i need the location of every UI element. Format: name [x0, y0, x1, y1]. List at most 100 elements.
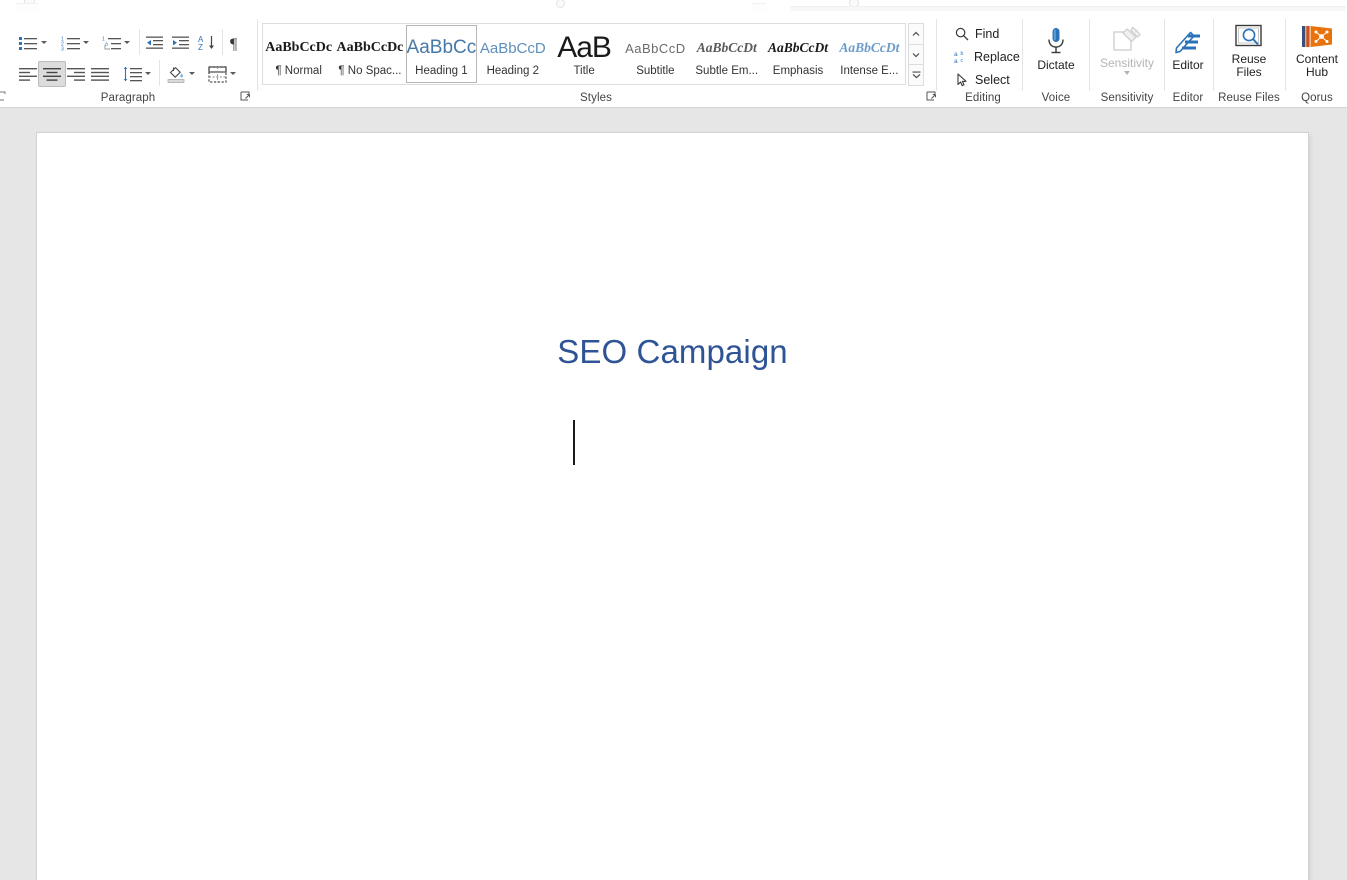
borders-button[interactable] — [203, 61, 231, 87]
dialog-launcher-icon — [240, 91, 250, 101]
styles-scroll-down-button[interactable] — [908, 43, 924, 66]
voice-group-label: Voice — [1041, 92, 1071, 104]
ribbon: 1 2 3 1 a A Z ¶ Paragraph Styles AaBbCcD… — [0, 11, 1347, 108]
style-preview-text: AaB — [557, 31, 612, 64]
svg-text:b: b — [961, 51, 964, 57]
style-item-emphasis[interactable]: AaBbCcDt Emphasis — [762, 25, 833, 83]
style-preview-text: AaBbCcDt — [839, 40, 900, 55]
increase-indent-icon — [171, 36, 189, 49]
shading-button[interactable] — [162, 61, 190, 87]
borders-dropdown-caret[interactable] — [228, 63, 238, 83]
decrease-indent-button[interactable] — [141, 30, 167, 56]
editor-group-label: Editor — [1172, 92, 1204, 104]
style-item-subtitle[interactable]: AaBbCcD Subtitle — [620, 25, 691, 83]
select-button[interactable]: Select — [950, 69, 1016, 90]
bullets-button[interactable] — [14, 30, 42, 56]
style-item-label: Subtle Em... — [695, 65, 759, 77]
numbering-button[interactable]: 1 2 3 — [56, 30, 84, 56]
paragraph-dialog-launcher[interactable] — [240, 91, 252, 103]
sensitivity-button[interactable]: Sensitivity — [1096, 21, 1158, 83]
style-item-title[interactable]: AaB Title — [548, 25, 619, 83]
style-item-heading-1[interactable]: AaBbCс Heading 1 — [405, 25, 478, 83]
numbering-dropdown-caret[interactable] — [81, 32, 91, 52]
shading-dropdown-caret[interactable] — [187, 63, 197, 83]
find-button[interactable]: Find — [950, 23, 1022, 44]
style-preview-text: AaBbCcDt — [768, 40, 829, 55]
style-item-label: Heading 2 — [486, 65, 539, 77]
ribbon-group-sensitivity: Sensitivity Sensitivity — [1091, 11, 1163, 107]
select-label: Select — [975, 72, 1010, 87]
divider — [1022, 19, 1023, 91]
line-spacing-dropdown-caret[interactable] — [143, 63, 153, 83]
style-item-label: Title — [573, 65, 595, 77]
svg-text:Z: Z — [198, 43, 203, 51]
multilevel-list-dropdown-caret[interactable] — [122, 32, 132, 52]
scroll-up-icon — [912, 31, 920, 36]
styles-gallery-scrollbar[interactable] — [908, 23, 924, 87]
document-page[interactable]: SEO Campaign — [37, 133, 1308, 880]
replace-button[interactable]: a a b c Replace — [950, 46, 1022, 67]
scroll-down-icon — [912, 52, 920, 57]
more-styles-icon — [912, 71, 920, 79]
increase-indent-button[interactable] — [167, 30, 193, 56]
ribbon-group-editing: Find a a b c Replace Select Editing — [938, 11, 1028, 107]
style-item-label: Intense E... — [840, 65, 899, 77]
ribbon-group-qorus: Content Hub Qorus — [1287, 11, 1347, 107]
style-item-label: Emphasis — [772, 65, 824, 77]
justify-button[interactable] — [86, 61, 114, 87]
styles-scroll-up-button[interactable] — [908, 23, 924, 45]
show-formatting-marks-button[interactable]: ¶ — [224, 30, 250, 56]
style-item-label: Subtitle — [636, 65, 675, 77]
dictate-label: Dictate — [1037, 58, 1075, 72]
styles-more-button[interactable] — [908, 64, 924, 87]
search-icon — [954, 26, 970, 42]
reuse-files-group-label: Reuse Files — [1218, 92, 1280, 104]
sensitivity-label-icon — [1113, 26, 1141, 51]
line-spacing-icon — [123, 66, 142, 81]
style-preview-text: AaBbCcDc — [265, 40, 333, 55]
sensitivity-group-label: Sensitivity — [1100, 92, 1154, 104]
content-hub-icon — [1302, 26, 1332, 47]
style-item-no-spac[interactable]: AaBbCcDc ¶ No Spac... — [334, 25, 405, 83]
svg-text:a: a — [954, 51, 958, 58]
tab-ghost-mid[interactable] — [752, 3, 766, 11]
dialog-launcher-icon — [926, 91, 936, 101]
multilevel-list-icon: 1 a — [102, 36, 121, 49]
sort-az-icon: A Z — [198, 35, 214, 51]
reuse-files-button[interactable]: Reuse Files — [1225, 19, 1273, 83]
align-left-icon — [19, 67, 37, 81]
word-application-window: 1 2 3 1 a A Z ¶ Paragraph Styles AaBbCcD… — [0, 0, 1347, 880]
ribbon-group-voice: Dictate Voice — [1024, 11, 1088, 107]
sensitivity-dropdown-caret[interactable] — [1124, 71, 1130, 75]
svg-text:3: 3 — [61, 46, 64, 51]
line-spacing-button[interactable] — [118, 61, 146, 87]
svg-text:a: a — [954, 58, 958, 64]
content-hub-label: Content Hub — [1295, 52, 1339, 79]
divider — [159, 60, 160, 86]
styles-group-label: Styles — [580, 92, 612, 104]
styles-gallery[interactable]: AaBbCcDc ¶ Normal AaBbCcDc ¶ No Spac... AaBb… — [262, 23, 906, 85]
numbering-icon: 1 2 3 — [61, 36, 80, 51]
reuse-files-icon — [1235, 24, 1262, 47]
ribbon-group-editor: Editor Editor — [1166, 11, 1210, 107]
styles-dialog-launcher[interactable] — [926, 91, 938, 103]
document-heading[interactable]: SEO Campaign — [37, 333, 1308, 371]
content-hub-button[interactable]: Content Hub — [1291, 19, 1343, 83]
style-item-subtle-em[interactable]: AaBbCcDt Subtle Em... — [691, 25, 762, 83]
style-item-label: ¶ Normal — [275, 65, 322, 77]
replace-label: Replace — [974, 49, 1020, 64]
text-cursor — [573, 420, 575, 465]
tab-ghost-left[interactable] — [16, 3, 38, 11]
bullets-dropdown-caret[interactable] — [39, 32, 49, 52]
dictate-button[interactable]: Dictate — [1034, 21, 1078, 79]
style-item-normal[interactable]: AaBbCcDc ¶ Normal — [263, 25, 334, 83]
font-dialog-launcher-partial[interactable] — [0, 91, 8, 103]
multilevel-list-button[interactable]: 1 a — [97, 30, 125, 56]
editor-button[interactable]: Editor — [1167, 21, 1209, 79]
pilcrow-icon: ¶ — [230, 36, 238, 51]
style-item-label: ¶ No Spac... — [338, 65, 402, 77]
sort-button[interactable]: A Z — [194, 30, 220, 56]
style-item-intense-e[interactable]: AaBbCcDt Intense E... — [834, 25, 905, 83]
cursor-arrow-icon — [954, 72, 970, 88]
style-item-heading-2[interactable]: AaBbCcD Heading 2 — [477, 25, 548, 83]
